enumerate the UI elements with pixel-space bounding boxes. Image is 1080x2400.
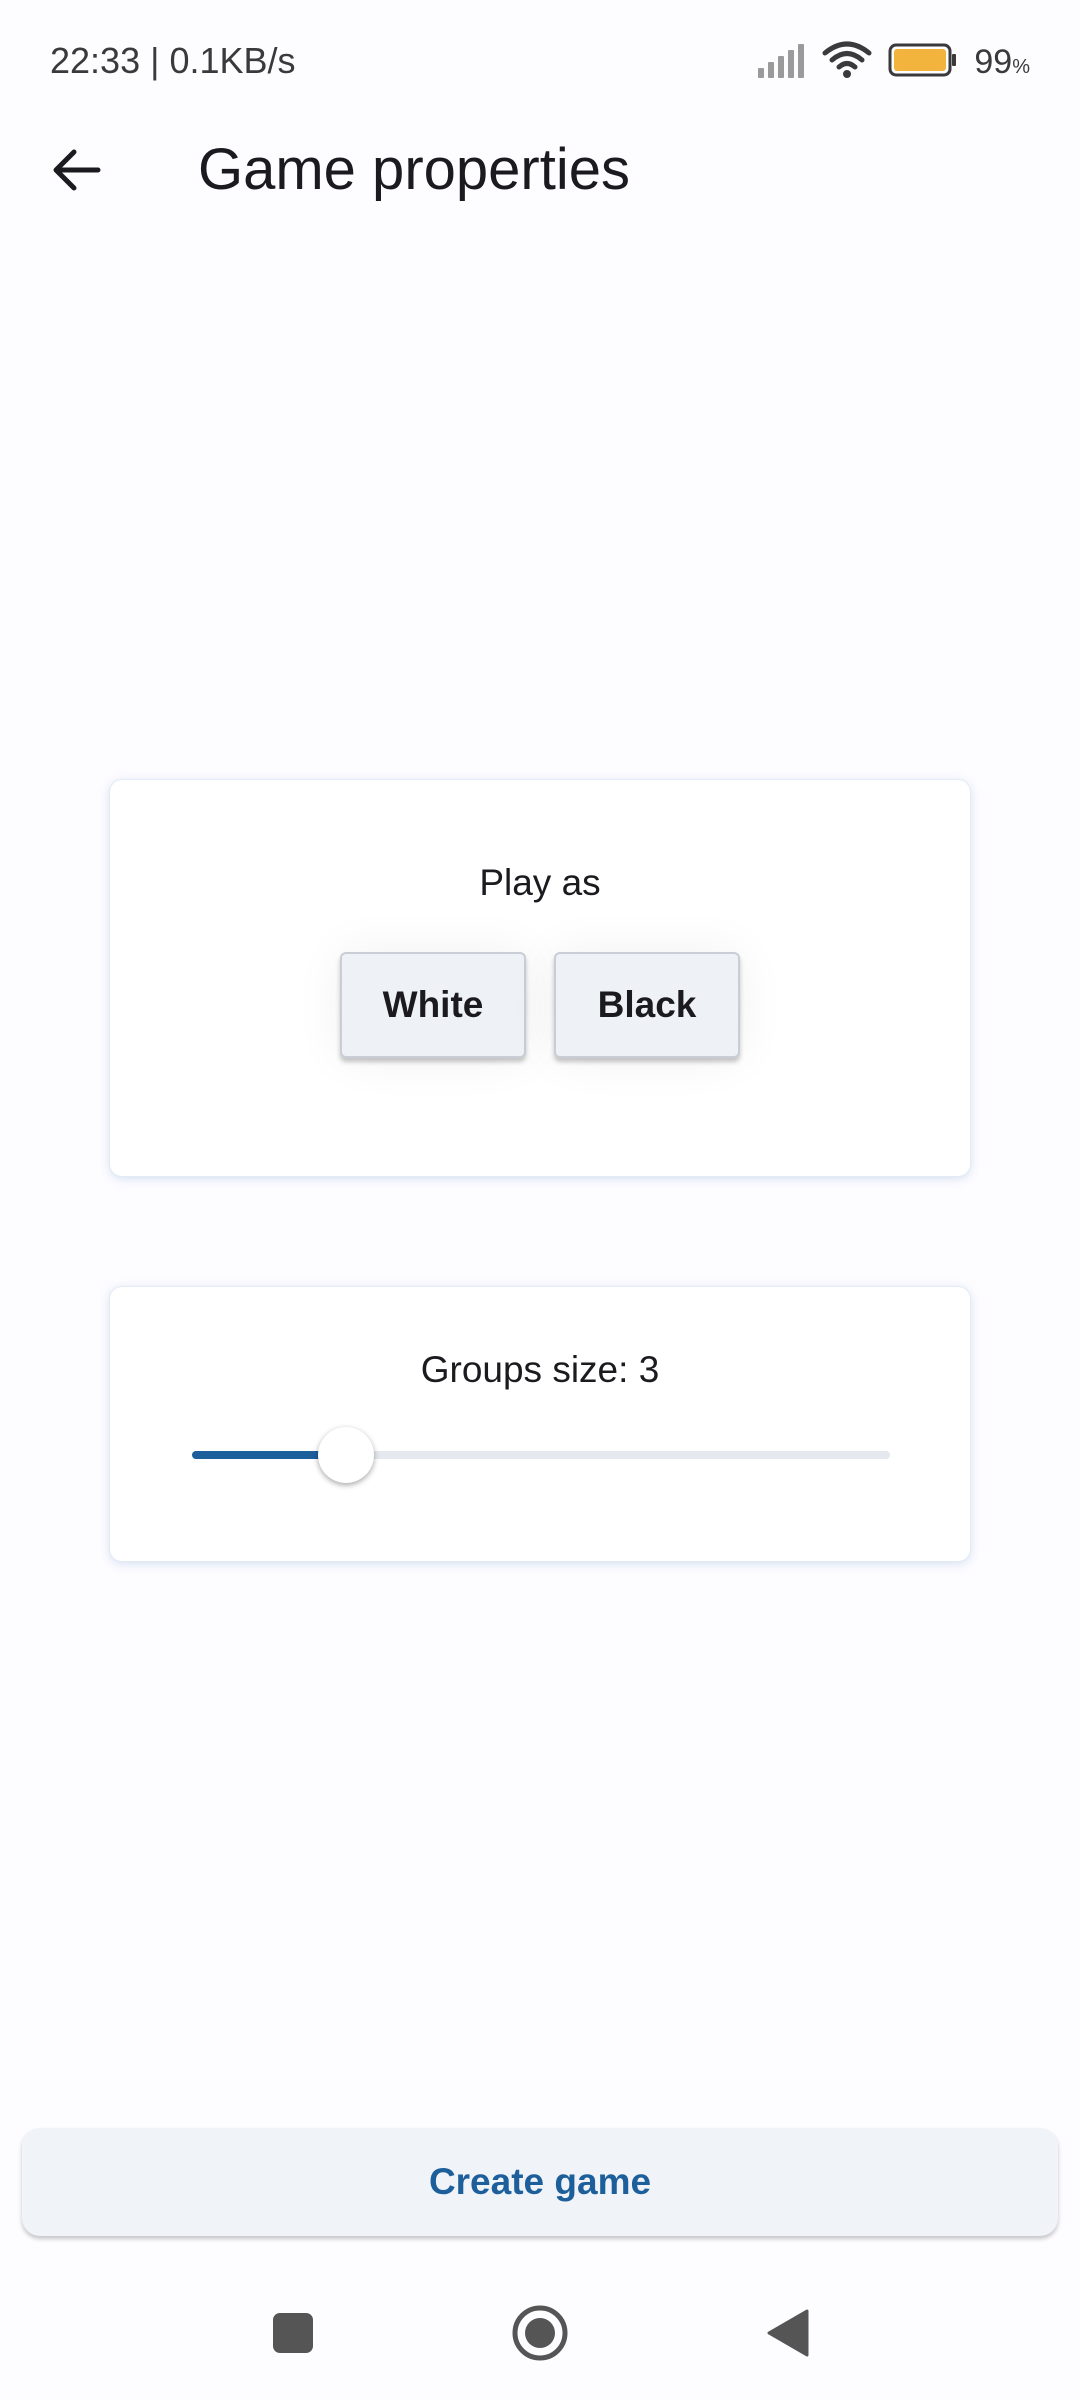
signal-icon [756,42,806,83]
status-icons: 99% [756,40,1030,84]
home-button[interactable] [505,2300,575,2370]
recents-button[interactable] [258,2300,328,2370]
groups-size-card: Groups size: 3 [110,1287,970,1561]
battery-percent: 99% [974,43,1030,82]
groups-size-label: Groups size: 3 [420,1349,660,1390]
wifi-icon [822,41,872,84]
back-triangle-icon [765,2308,809,2363]
home-circle-icon [510,2303,570,2368]
arrow-back-icon [50,144,102,201]
navigation-bar [0,2266,1080,2400]
battery-icon [888,43,958,82]
play-as-options: White Black [110,952,970,1058]
status-time: 22:33 | 0.1KB/s [50,40,296,81]
page-title: Game properties [198,137,630,202]
battery-value: 99 [974,42,1013,81]
slider-thumb[interactable] [317,1427,374,1483]
create-game-button[interactable]: Create game [22,2128,1058,2236]
groups-size-slider[interactable] [192,1427,890,1483]
play-as-heading: Play as [479,862,601,903]
black-button[interactable]: Black [554,952,740,1058]
back-button[interactable] [40,136,112,208]
recents-square-icon [271,2311,315,2360]
play-as-card: Play as White Black [110,780,970,1176]
battery-unit: % [1012,55,1030,78]
system-back-button[interactable] [752,2300,822,2370]
status-bar: 22:33 | 0.1KB/s 99% [0,0,1080,124]
white-button[interactable]: White [340,952,526,1058]
app-bar: Game properties [0,124,1080,216]
game-properties-screen: 22:33 | 0.1KB/s 99% Game properties Play… [0,0,1080,2400]
